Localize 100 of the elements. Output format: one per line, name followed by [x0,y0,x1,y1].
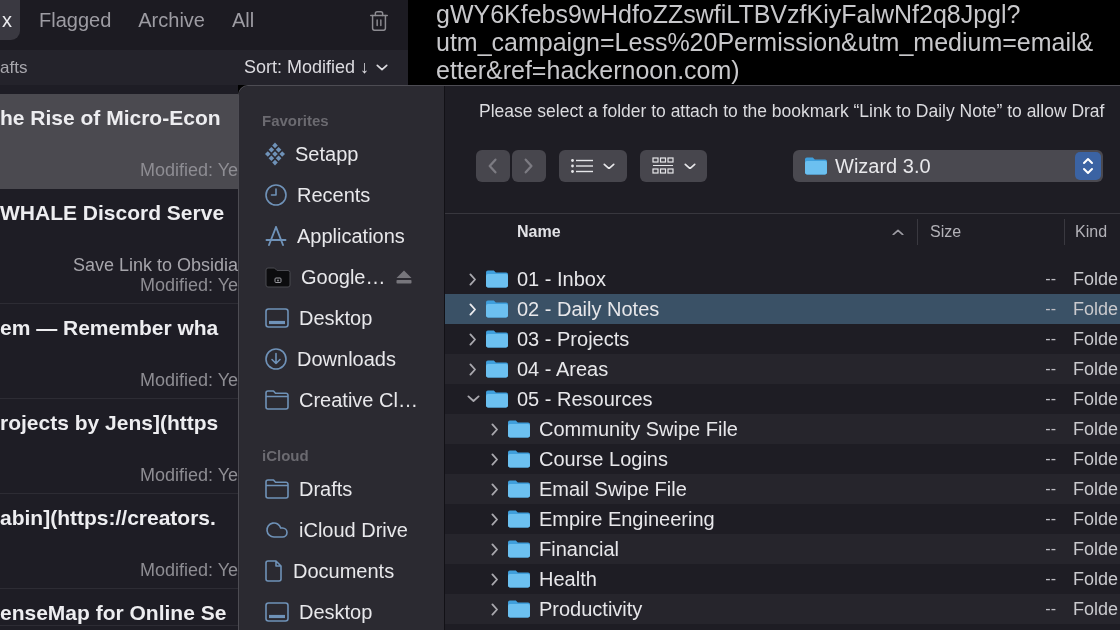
chevron-right-icon[interactable] [469,362,477,376]
clock-icon [265,184,287,206]
chevron-right-icon[interactable] [469,332,477,346]
file-name: 03 - Projects [517,327,630,351]
chevron-right-icon[interactable] [491,542,499,556]
location-popup[interactable]: Wizard 3.0 [793,150,1103,182]
list-view-button[interactable] [559,150,627,182]
chevron-right-icon[interactable] [491,512,499,526]
eject-icon[interactable] [396,270,412,284]
file-row[interactable]: Productivity -- Folde [445,594,1120,624]
file-name: 05 - Resources [517,387,653,411]
note-title: enseMap for Online Se [0,601,227,625]
column-header[interactable]: Kind [1065,219,1120,245]
folder-icon [486,330,508,348]
folder-icon [265,390,289,410]
document-icon [265,560,283,582]
file-row[interactable]: 02 - Daily Notes -- Folde [445,294,1120,324]
desktop-icon [265,602,289,622]
chevron-down-icon [683,162,696,170]
sidebar-item[interactable]: Setapp [239,137,444,171]
sidebar-item[interactable]: Drafts [239,472,444,506]
chevron-down-icon[interactable] [466,395,480,403]
note-source: Save Link to Obsidia [72,255,238,275]
folder-icon [486,300,508,318]
note-title: WHALE Discord Serve [0,201,225,225]
folder-icon [486,360,508,378]
file-kind: Folde [1073,328,1119,350]
sidebar-heading: Favorites [262,112,329,130]
file-kind: Folde [1073,598,1119,620]
file-name: Financial [539,537,620,561]
folder-icon [486,390,508,408]
file-size: -- [1045,480,1056,498]
trash-icon[interactable] [368,10,390,32]
folder-icon [508,420,530,438]
sidebar-item[interactable]: Desktop [239,595,444,629]
dialog-message: Please select a folder to attach to the bookmark “Link to Daily Note” to allow Draf [479,101,1105,121]
file-size: -- [1045,330,1056,348]
diamond-grid-icon [265,142,285,166]
note-modified: Modified: Ye [139,370,238,390]
chevron-right-icon[interactable] [491,572,499,586]
file-size: -- [1045,360,1056,378]
chevron-right-icon[interactable] [491,602,499,616]
list-icon [571,159,593,173]
chevron-right-icon[interactable] [491,452,499,466]
folder-icon [508,570,530,588]
folder-icon [508,510,530,528]
chevron-up-icon [892,228,904,236]
tab[interactable]: Archive [130,0,213,40]
file-kind: Folde [1073,388,1119,410]
grid-icon [651,157,674,175]
chevron-right-icon[interactable] [491,482,499,496]
folder-icon [508,600,530,618]
sidebar-item[interactable]: iCloud Drive [239,513,444,547]
note-item[interactable]: he Rise of Micro-Econ Modified: Ye [0,94,238,189]
file-size: -- [1045,570,1056,588]
url-text-line: etter&ref=hackernoon.com) [436,56,740,84]
tab[interactable]: Flagged [31,0,120,40]
sidebar-item[interactable]: Creative Cl… [239,383,444,417]
file-name: Productivity [539,597,643,621]
sidebar-item[interactable]: Desktop [239,301,444,335]
file-size: -- [1045,540,1056,558]
folder-icon [486,270,508,288]
tab[interactable]: All [224,0,263,40]
file-size: -- [1045,600,1056,618]
chevron-down-icon [603,162,615,170]
chevron-right-icon[interactable] [469,272,477,286]
sidebar-item[interactable]: Downloads [239,342,444,376]
grid-view-button[interactable] [640,150,707,182]
column-header[interactable]: Name [445,219,918,245]
file-name: Empire Engineering [539,507,715,531]
file-row[interactable]: Email Swipe File -- Folde [445,474,1120,504]
file-row[interactable]: Community Swipe File -- Folde [445,414,1120,444]
file-name: 04 - Areas [517,357,609,381]
folder-icon [508,450,530,468]
sidebar-item[interactable]: Recents [239,178,444,212]
note-modified: Modified: Ye [139,465,238,485]
file-name: 01 - Inbox [517,267,606,291]
desktop-icon [265,308,289,328]
sidebar-item[interactable]: Google… [239,260,444,294]
note-modified: Modified: Ye [139,160,238,180]
sort-button[interactable]: Sort: Modified ↓ [243,57,388,78]
tab[interactable]: x [0,0,20,40]
note-modified: Modified: Ye [139,275,238,295]
url-text-line: utm_campaign=Less%20Permission&utm_medium=email& [436,28,1094,56]
sidebar-item[interactable]: Applications [239,219,444,253]
column-header[interactable]: Size [918,219,1065,245]
file-name: Health [539,567,597,591]
stepper-icon [1075,152,1101,180]
file-size: -- [1045,390,1056,408]
file-row[interactable]: Financial -- Folde [445,534,1120,564]
chevron-right-icon[interactable] [491,422,499,436]
file-name: Community Swipe File [539,417,738,441]
file-row[interactable]: 04 - Areas -- Folde [445,354,1120,384]
file-kind: Folde [1073,478,1119,500]
folder-icon [805,157,827,175]
sidebar-heading: iCloud [262,447,309,465]
sidebar-item[interactable]: Documents [239,554,444,588]
file-kind: Folde [1073,418,1119,440]
chevron-left-icon [488,158,498,174]
note-modified: Modified: Ye [139,560,238,580]
